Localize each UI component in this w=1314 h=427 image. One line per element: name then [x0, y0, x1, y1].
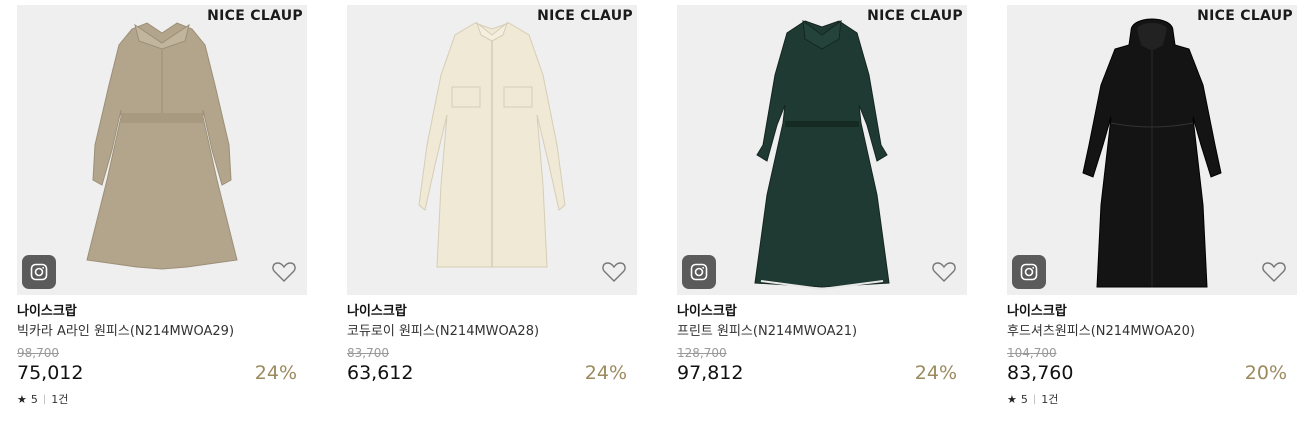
rating-value: 5 — [1020, 393, 1028, 406]
product-image[interactable]: NICE CLAUP — [677, 5, 967, 295]
brand-name[interactable]: 나이스크랍 — [347, 303, 637, 321]
brand-name[interactable]: 나이스크랍 — [17, 303, 307, 321]
heart-outline-icon[interactable] — [601, 260, 627, 284]
dress-image — [418, 21, 566, 268]
instagram-icon — [30, 263, 48, 281]
product-grid: NICE CLAUP 나이스크랍 빅카라 A라인 원피스(N214MWOA29)… — [0, 0, 1314, 427]
instagram-button[interactable] — [22, 255, 56, 289]
product-image[interactable]: NICE CLAUP — [347, 5, 637, 295]
heart-outline-icon[interactable] — [931, 260, 957, 284]
product-name[interactable]: 코듀로이 원피스(N214MWOA28) — [347, 323, 637, 341]
original-price: 98,700 — [17, 346, 59, 360]
discount-rate: 20% — [1244, 362, 1287, 384]
sale-price: 83,760 — [1007, 362, 1074, 384]
brand-logo: NICE CLAUP — [867, 8, 963, 24]
brand-name[interactable]: 나이스크랍 — [677, 303, 967, 321]
rating-value: 5 — [30, 393, 38, 406]
product-name[interactable]: 프린트 원피스(N214MWOA21) — [677, 323, 967, 341]
brand-logo: NICE CLAUP — [1197, 8, 1293, 24]
instagram-button[interactable] — [682, 255, 716, 289]
dress-image — [754, 19, 890, 291]
review-count: 1건 — [1041, 393, 1059, 406]
sale-price: 97,812 — [677, 362, 744, 384]
brand-logo: NICE CLAUP — [537, 8, 633, 24]
instagram-button[interactable] — [1012, 255, 1046, 289]
sale-price: 63,612 — [347, 362, 414, 384]
product-card[interactable]: NICE CLAUP 나이스크랍 후드셔츠원피스(N214MWOA20) 104… — [1007, 5, 1297, 407]
product-name[interactable]: 후드셔츠원피스(N214MWOA20) — [1007, 323, 1297, 341]
rating-row: ★ 5 | 1건 — [1007, 393, 1297, 407]
divider: | — [1032, 394, 1037, 405]
discount-rate: 24% — [914, 362, 957, 384]
rating-row: ★ 5 | 1건 — [17, 393, 307, 407]
product-image[interactable]: NICE CLAUP — [1007, 5, 1297, 295]
review-count: 1건 — [51, 393, 69, 406]
heart-outline-icon[interactable] — [1261, 260, 1287, 284]
product-card[interactable]: NICE CLAUP 나이스크랍 코듀로이 원피스(N214MWOA28) 83… — [347, 5, 637, 385]
star-icon: ★ — [1007, 393, 1017, 406]
original-price: 104,700 — [1007, 346, 1057, 360]
dress-image — [1082, 18, 1222, 288]
instagram-icon — [1020, 263, 1038, 281]
heart-outline-icon[interactable] — [271, 260, 297, 284]
star-icon: ★ — [17, 393, 27, 406]
divider: | — [42, 394, 47, 405]
product-card[interactable]: NICE CLAUP 나이스크랍 프린트 원피스(N214MWOA21) 128… — [677, 5, 967, 385]
product-image[interactable]: NICE CLAUP — [17, 5, 307, 295]
instagram-icon — [690, 263, 708, 281]
sale-price: 75,012 — [17, 362, 84, 384]
original-price: 128,700 — [677, 346, 727, 360]
discount-rate: 24% — [584, 362, 627, 384]
product-card[interactable]: NICE CLAUP 나이스크랍 빅카라 A라인 원피스(N214MWOA29)… — [17, 5, 307, 407]
original-price: 83,700 — [347, 346, 389, 360]
dress-image — [86, 22, 238, 270]
product-name[interactable]: 빅카라 A라인 원피스(N214MWOA29) — [17, 323, 307, 341]
discount-rate: 24% — [254, 362, 297, 384]
brand-name[interactable]: 나이스크랍 — [1007, 303, 1297, 321]
brand-logo: NICE CLAUP — [207, 8, 303, 24]
